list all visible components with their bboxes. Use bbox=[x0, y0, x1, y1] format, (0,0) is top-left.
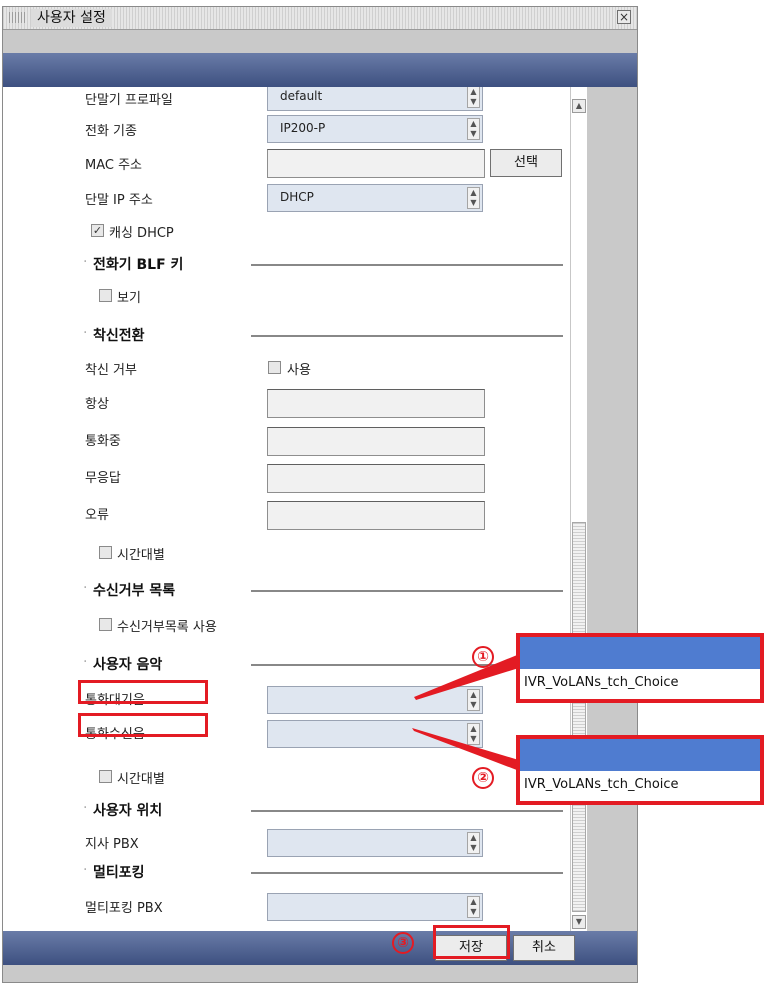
connector-one bbox=[414, 653, 522, 700]
popup-header bbox=[520, 739, 760, 771]
connector-two bbox=[412, 728, 522, 772]
hold-music-popup: IVR_VoLANs_tch_Choice bbox=[516, 633, 764, 703]
hold-music-option[interactable]: IVR_VoLANs_tch_Choice bbox=[524, 675, 679, 690]
ring-music-popup: IVR_VoLANs_tch_Choice bbox=[516, 735, 764, 805]
callout-connectors bbox=[412, 653, 522, 772]
popup-header bbox=[520, 637, 760, 669]
ring-music-option[interactable]: IVR_VoLANs_tch_Choice bbox=[524, 777, 679, 792]
